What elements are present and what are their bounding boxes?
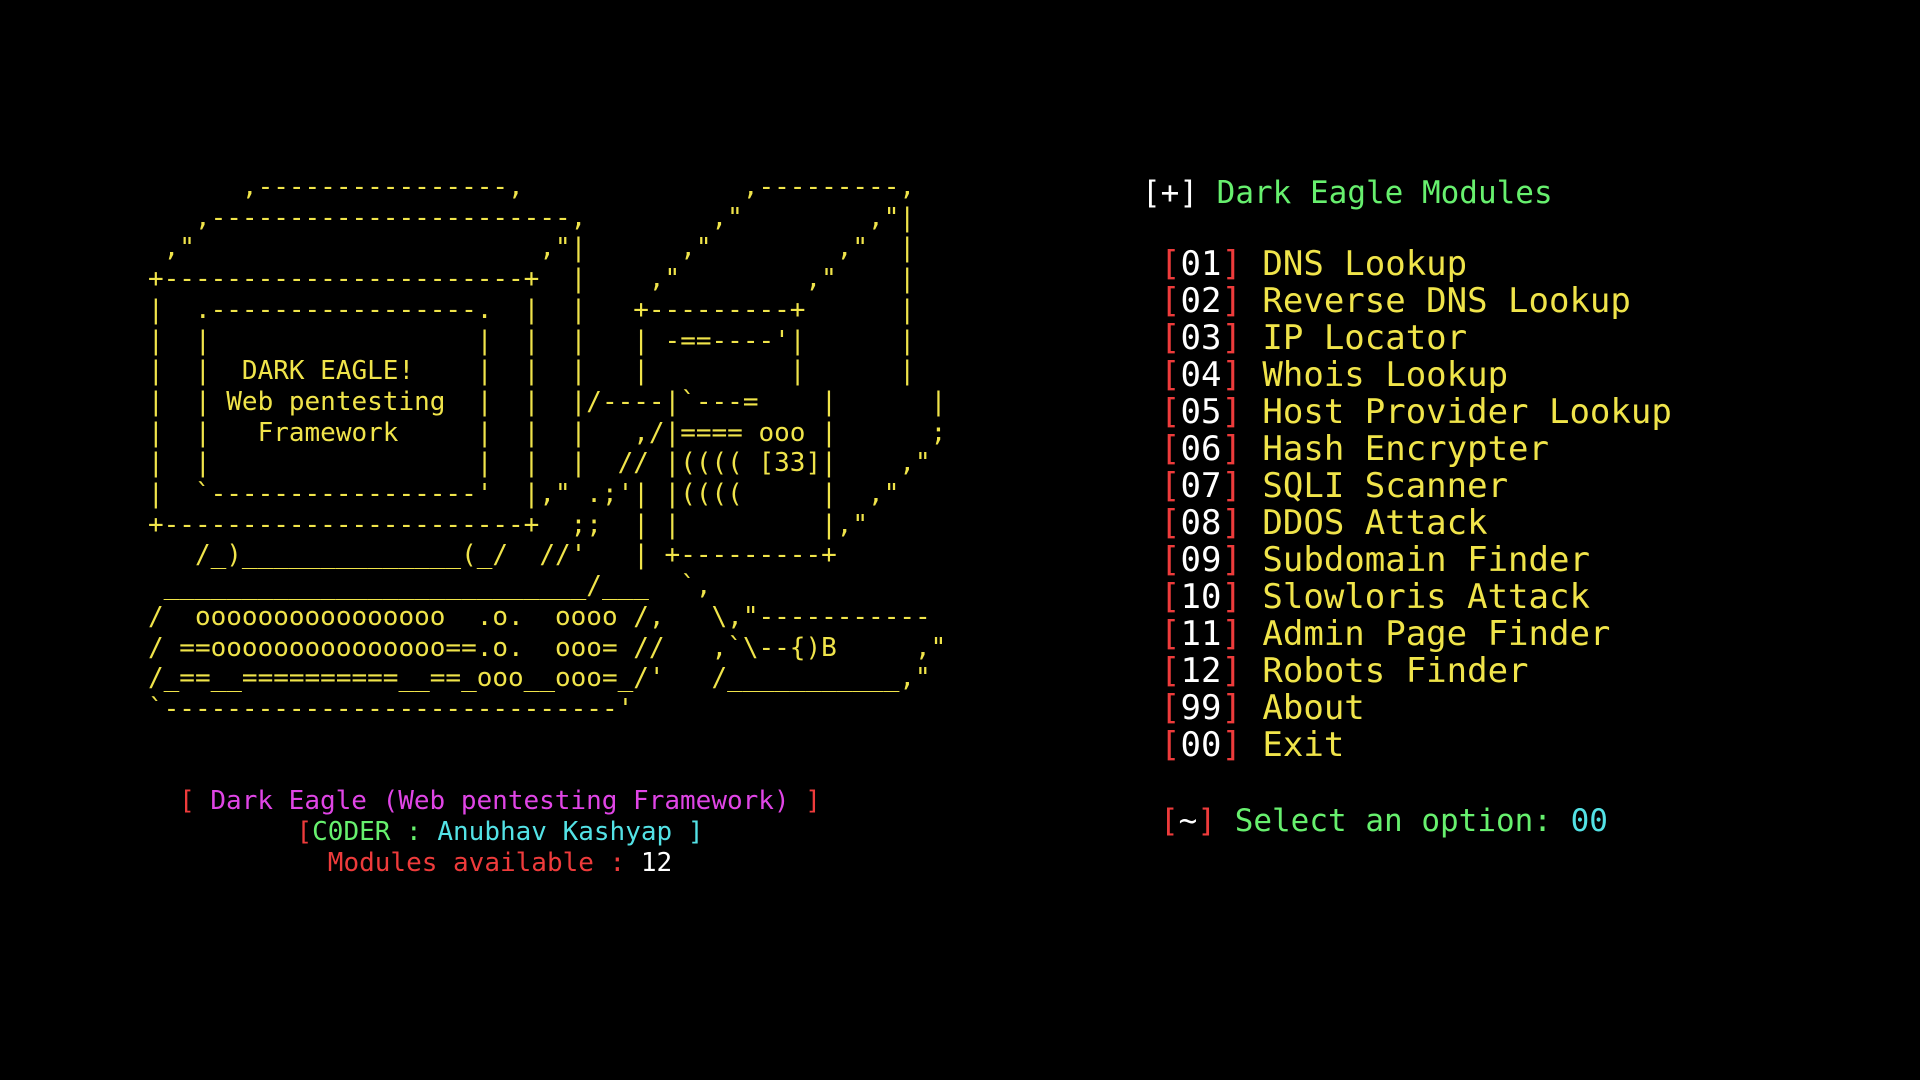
framework-title: Dark Eagle (Web pentesting Framework) <box>210 786 790 816</box>
module-open-bracket: [ <box>1160 688 1181 728</box>
module-list: [01] DNS Lookup [02] Reverse DNS Lookup … <box>1160 246 1672 764</box>
module-open-bracket: [ <box>1160 651 1181 691</box>
module-label: IP Locator <box>1262 318 1468 358</box>
option-prompt[interactable]: [~] Select an option: 00 <box>1160 801 1608 841</box>
module-close-bracket: ] <box>1221 577 1242 617</box>
prompt-input-value[interactable]: 00 <box>1571 801 1608 841</box>
module-item: [12] Robots Finder <box>1160 653 1672 690</box>
module-close-bracket: ] <box>1221 725 1242 765</box>
module-open-bracket: [ <box>1160 318 1181 358</box>
module-number: 07 <box>1180 466 1222 506</box>
module-close-bracket: ] <box>1221 429 1242 469</box>
module-open-bracket: [ <box>1160 577 1181 617</box>
module-label: Subdomain Finder <box>1262 540 1590 580</box>
module-number: 12 <box>1180 651 1222 691</box>
framework-title-line: [ Dark Eagle (Web pentesting Framework) … <box>150 786 850 817</box>
title-close-bracket: ] <box>789 786 821 816</box>
modules-header: [+] Dark Eagle Modules <box>1142 174 1553 212</box>
module-label: About <box>1262 688 1365 728</box>
module-item: [07] SQLI Scanner <box>1160 468 1672 505</box>
module-open-bracket: [ <box>1160 355 1181 395</box>
module-label: Host Provider Lookup <box>1262 392 1672 432</box>
modules-header-prefix: [+] <box>1142 175 1198 211</box>
module-open-bracket: [ <box>1160 614 1181 654</box>
module-close-bracket: ] <box>1221 244 1242 284</box>
module-close-bracket: ] <box>1221 503 1242 543</box>
ascii-computer-art: ,----------------, ,---------, ,--------… <box>148 172 947 724</box>
module-label: Admin Page Finder <box>1262 614 1611 654</box>
module-open-bracket: [ <box>1160 392 1181 432</box>
module-item: [10] Slowloris Attack <box>1160 579 1672 616</box>
module-label: Hash Encrypter <box>1262 429 1549 469</box>
module-number: 05 <box>1180 392 1222 432</box>
module-number: 08 <box>1180 503 1222 543</box>
module-open-bracket: [ <box>1160 540 1181 580</box>
module-close-bracket: ] <box>1221 540 1242 580</box>
prompt-symbol: ~ <box>1178 803 1198 839</box>
coder-line: [C0DER : Anubhav Kashyap ] <box>150 817 850 848</box>
module-number: 10 <box>1180 577 1222 617</box>
module-number: 99 <box>1180 688 1222 728</box>
coder-open-bracket: [ <box>296 817 313 847</box>
module-close-bracket: ] <box>1221 318 1242 358</box>
module-label: SQLI Scanner <box>1262 466 1509 506</box>
modules-available-line: Modules available : 12 <box>150 848 850 879</box>
module-label: Robots Finder <box>1262 651 1529 691</box>
module-open-bracket: [ <box>1160 281 1181 321</box>
modules-available-count: 12 <box>640 848 673 878</box>
prompt-text: Select an option: <box>1234 803 1552 839</box>
module-label: Whois Lookup <box>1262 355 1509 395</box>
module-label: Slowloris Attack <box>1262 577 1590 617</box>
module-number: 09 <box>1180 540 1222 580</box>
module-open-bracket: [ <box>1160 725 1181 765</box>
module-item: [09] Subdomain Finder <box>1160 542 1672 579</box>
coder-name: Anubhav Kashyap <box>437 817 673 847</box>
module-open-bracket: [ <box>1160 429 1181 469</box>
module-close-bracket: ] <box>1221 281 1242 321</box>
module-close-bracket: ] <box>1221 355 1242 395</box>
module-open-bracket: [ <box>1160 466 1181 506</box>
module-number: 04 <box>1180 355 1222 395</box>
module-label: DNS Lookup <box>1262 244 1468 284</box>
module-item: [02] Reverse DNS Lookup <box>1160 283 1672 320</box>
module-close-bracket: ] <box>1221 688 1242 728</box>
modules-header-title: Dark Eagle Modules <box>1216 175 1553 211</box>
module-label: DDOS Attack <box>1262 503 1488 543</box>
module-close-bracket: ] <box>1221 392 1242 432</box>
module-label: Exit <box>1262 725 1345 765</box>
module-close-bracket: ] <box>1221 651 1242 691</box>
prompt-close-bracket: ] <box>1197 803 1217 839</box>
module-item: [00] Exit <box>1160 727 1672 764</box>
module-number: 06 <box>1180 429 1222 469</box>
module-open-bracket: [ <box>1160 244 1181 284</box>
module-number: 02 <box>1180 281 1222 321</box>
module-label: Reverse DNS Lookup <box>1262 281 1631 321</box>
module-open-bracket: [ <box>1160 503 1181 543</box>
coder-label: C0DER : <box>312 817 438 847</box>
module-number: 11 <box>1180 614 1222 654</box>
title-open-bracket: [ <box>179 786 211 816</box>
module-close-bracket: ] <box>1221 614 1242 654</box>
prompt-open-bracket: [ <box>1160 803 1179 839</box>
module-item: [08] DDOS Attack <box>1160 505 1672 542</box>
module-item: [03] IP Locator <box>1160 320 1672 357</box>
module-item: [11] Admin Page Finder <box>1160 616 1672 653</box>
module-item: [01] DNS Lookup <box>1160 246 1672 283</box>
module-number: 03 <box>1180 318 1222 358</box>
module-item: [05] Host Provider Lookup <box>1160 394 1672 431</box>
module-number: 01 <box>1180 244 1222 284</box>
module-close-bracket: ] <box>1221 466 1242 506</box>
module-item: [06] Hash Encrypter <box>1160 431 1672 468</box>
module-item: [04] Whois Lookup <box>1160 357 1672 394</box>
coder-close-bracket: ] <box>672 817 704 847</box>
modules-available-label: Modules available : <box>327 848 641 878</box>
module-item: [99] About <box>1160 690 1672 727</box>
module-number: 00 <box>1180 725 1222 765</box>
